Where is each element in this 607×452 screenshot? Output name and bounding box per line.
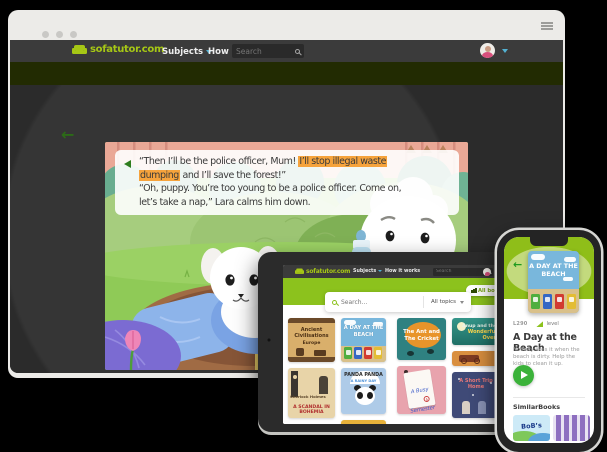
caption-line: “Then I’ll be the police officer, Mum! I…: [139, 155, 453, 169]
nav-link-subjects[interactable]: Subjects: [162, 47, 212, 57]
tablet-nav-link-subjects[interactable]: Subjects: [353, 269, 382, 274]
logo-text: sofatutor.com: [90, 44, 164, 55]
sofatutor-logo[interactable]: sofatutor.com: [72, 44, 164, 55]
caption-line: dumping and I’ll save the forest!”: [139, 169, 453, 183]
highlighted-text: I’ll stop illegal waste: [298, 156, 387, 167]
caption-marker-icon: [124, 160, 131, 168]
avatar-chevron-down-icon[interactable]: [502, 49, 508, 53]
back-arrow-icon[interactable]: ←: [61, 125, 74, 144]
chevron-down-icon: [378, 270, 382, 272]
book-cover-a-short-trip-home[interactable]: A Short Trip Home: [452, 372, 500, 418]
window-titlebar: [8, 10, 565, 40]
window-dot[interactable]: [56, 31, 63, 38]
play-button[interactable]: [513, 365, 534, 386]
reading-caption: “Then I’ll be the police officer, Mum! I…: [115, 150, 459, 215]
similar-book-bobs[interactable]: BoB’s: [513, 415, 550, 441]
highlighted-text: dumping: [139, 170, 180, 181]
divider: [513, 397, 585, 398]
tablet-nav-link-how-it-works[interactable]: How it works: [385, 269, 420, 274]
book-cover-rickshaw[interactable]: [452, 351, 500, 366]
search-input[interactable]: [236, 47, 295, 56]
window-dot[interactable]: [70, 31, 77, 38]
library-search-input[interactable]: [341, 299, 423, 306]
level-code: L290: [513, 321, 527, 327]
search-icon[interactable]: [295, 49, 300, 54]
phone-mockup: ← A DAY AT THE BEACH L290 level A Day at…: [497, 230, 601, 452]
search-input[interactable]: [436, 269, 487, 274]
search-icon: [332, 300, 337, 305]
similar-book-birch-trees[interactable]: [553, 415, 590, 441]
book-cover-partial[interactable]: [341, 420, 386, 424]
phone-screen: ← A DAY AT THE BEACH L290 level A Day at…: [504, 237, 594, 443]
site-navbar: sofatutor.com Subjects How it works: [10, 40, 563, 62]
caption-line: “Oh, puppy. You’re too young to be a pol…: [139, 182, 453, 196]
level-row: L290 level: [513, 321, 559, 327]
phone-notch: [530, 237, 568, 246]
caption-line: let’s take a nap,” Lara calms him down.: [139, 196, 453, 210]
book-cover-the-ant-and-the-cricket[interactable]: The Ant and The Cricket: [397, 318, 446, 360]
window-dot[interactable]: [42, 31, 49, 38]
book-cover-ancient-civilisations[interactable]: Ancient Civilisations Europe: [288, 318, 335, 362]
promo-composition: sofatutor.com Subjects How it works ←: [0, 0, 607, 452]
back-arrow-icon[interactable]: ←: [513, 258, 522, 271]
sofa-icon: [295, 268, 304, 275]
level-icon: [536, 321, 543, 327]
tablet-camera-icon: [267, 338, 271, 342]
navbar-search: [232, 44, 304, 58]
book-cover-panda-panda[interactable]: PANDA PANDA A RAINY DAY: [341, 368, 386, 414]
similar-books-heading: SimilarBooks: [513, 403, 560, 411]
book-cover-a-day-at-the-beach[interactable]: A DAY AT THE BEACH: [341, 318, 386, 362]
book-cover-anup-and-the-wonderful-oven[interactable]: Anup and the Wonderful Oven: [452, 318, 500, 345]
tablet-sofatutor-logo[interactable]: sofatutor.com: [295, 268, 350, 275]
phone-book-cover[interactable]: A DAY AT THE BEACH: [528, 251, 579, 313]
avatar[interactable]: [480, 43, 495, 58]
topics-dropdown[interactable]: All topics: [423, 296, 471, 308]
level-label: level: [546, 321, 558, 327]
hamburger-icon[interactable]: [541, 22, 553, 30]
tablet-search-bar: All topics: [325, 292, 471, 312]
play-icon: [521, 371, 528, 379]
tablet-avatar[interactable]: [483, 268, 491, 276]
books-icon: [471, 288, 476, 293]
sofa-icon: [72, 45, 87, 55]
book-cover-sherlock-holmes[interactable]: Sherlock Holmes A Scandal in Bohemia: [288, 368, 335, 418]
page-top-band: [10, 62, 563, 85]
book-cover-a-busy-semester[interactable]: A Busy Semester A: [397, 366, 446, 414]
chevron-down-icon: [460, 301, 464, 304]
